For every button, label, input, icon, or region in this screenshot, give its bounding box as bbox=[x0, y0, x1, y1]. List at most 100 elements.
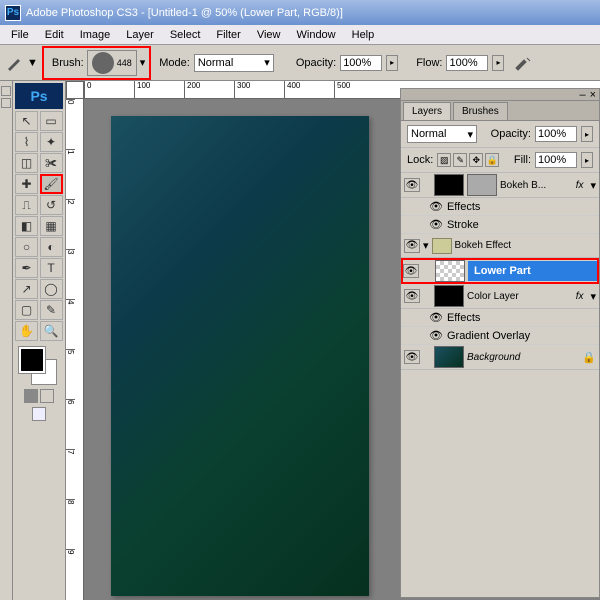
zoom-tool[interactable]: 🔍 bbox=[40, 321, 63, 341]
airbrush-icon[interactable] bbox=[514, 54, 534, 72]
visibility-toggle[interactable]: 👁 bbox=[404, 289, 420, 303]
eraser-tool[interactable]: ◧ bbox=[15, 216, 38, 236]
fill-slider-button[interactable]: ▸ bbox=[581, 152, 593, 168]
crop-tool[interactable]: ◫ bbox=[15, 153, 38, 173]
menu-help[interactable]: Help bbox=[344, 27, 383, 43]
lock-position-icon[interactable]: ✥ bbox=[469, 153, 483, 167]
blur-tool[interactable]: ○ bbox=[15, 237, 38, 257]
brush-preview[interactable]: 448 bbox=[87, 50, 137, 76]
blend-mode-select[interactable]: Normal ▾ bbox=[407, 125, 477, 143]
effect-row[interactable]: 👁Gradient Overlay bbox=[401, 327, 599, 345]
panel-controls: – × bbox=[401, 89, 599, 101]
tab-brushes[interactable]: Brushes bbox=[453, 102, 508, 120]
menu-view[interactable]: View bbox=[249, 27, 289, 43]
slice-tool[interactable]: ✀ bbox=[40, 153, 63, 173]
close-icon[interactable]: × bbox=[590, 89, 596, 101]
gradient-tool[interactable]: ▦ bbox=[40, 216, 63, 236]
menu-select[interactable]: Select bbox=[162, 27, 209, 43]
type-tool[interactable]: T bbox=[40, 258, 63, 278]
eye-icon[interactable]: 👁 bbox=[429, 329, 443, 342]
menu-layer[interactable]: Layer bbox=[118, 27, 162, 43]
shape-tool[interactable]: ◯ bbox=[40, 279, 63, 299]
pen-tool[interactable]: ✒ bbox=[15, 258, 38, 278]
ruler-tick: 400 bbox=[284, 81, 334, 98]
path-tool[interactable]: ↗ bbox=[15, 279, 38, 299]
layer-row-highlighted[interactable]: 👁 Lower Part bbox=[401, 258, 599, 284]
brush-tool[interactable]: 🖌 bbox=[40, 174, 63, 194]
opacity-slider-button[interactable]: ▸ bbox=[386, 55, 398, 71]
minimize-icon[interactable]: – bbox=[579, 89, 585, 101]
color-swatches bbox=[15, 345, 63, 387]
flow-slider-button[interactable]: ▸ bbox=[492, 55, 504, 71]
screen-mode-button[interactable] bbox=[32, 407, 46, 421]
layer-group-row[interactable]: 👁 ▾ Bokeh Effect bbox=[401, 234, 599, 258]
menu-filter[interactable]: Filter bbox=[208, 27, 248, 43]
layer-thumbnail[interactable] bbox=[434, 174, 464, 196]
ruler-tick: 3 bbox=[66, 249, 75, 299]
quickmask-mode-button[interactable] bbox=[40, 389, 54, 403]
mask-thumbnail[interactable] bbox=[467, 174, 497, 196]
hand-tool[interactable]: ✋ bbox=[15, 321, 38, 341]
lasso-tool[interactable]: ⌇ bbox=[15, 132, 38, 152]
opacity-input[interactable]: 100% bbox=[340, 55, 382, 71]
fx-badge[interactable]: fx bbox=[576, 291, 584, 302]
effect-row[interactable]: 👁Effects bbox=[401, 198, 599, 216]
eye-icon[interactable]: 👁 bbox=[429, 200, 443, 213]
menu-image[interactable]: Image bbox=[72, 27, 119, 43]
disclosure-icon[interactable]: ▾ bbox=[423, 239, 429, 252]
layer-row[interactable]: 👁 Background 🔒 bbox=[401, 345, 599, 370]
heal-tool[interactable]: ✚ bbox=[15, 174, 38, 194]
lock-image-icon[interactable]: ✎ bbox=[453, 153, 467, 167]
ruler-tick: 7 bbox=[66, 449, 75, 499]
visibility-toggle[interactable]: 👁 bbox=[404, 178, 420, 192]
dodge-tool[interactable]: ◐ bbox=[40, 237, 63, 257]
fill-input[interactable]: 100% bbox=[535, 152, 577, 168]
lock-all-icon[interactable]: 🔒 bbox=[485, 153, 499, 167]
chevron-down-icon[interactable]: ▾ bbox=[140, 56, 146, 69]
layer-row[interactable]: 👁 Bokeh B... fx ▾ bbox=[401, 173, 599, 198]
layer-thumbnail[interactable] bbox=[434, 285, 464, 307]
document-canvas[interactable] bbox=[111, 116, 369, 596]
layer-opacity-input[interactable]: 100% bbox=[535, 126, 577, 142]
marquee-tool[interactable]: ▭ bbox=[40, 111, 63, 131]
ruler-tick: 9 bbox=[66, 549, 75, 599]
eye-icon[interactable]: 👁 bbox=[429, 311, 443, 324]
menu-window[interactable]: Window bbox=[289, 27, 344, 43]
tab-layers[interactable]: Layers bbox=[403, 102, 451, 120]
move-tool[interactable]: ↖ bbox=[15, 111, 38, 131]
layer-name: Bokeh B... bbox=[500, 180, 573, 191]
effect-row[interactable]: 👁Stroke bbox=[401, 216, 599, 234]
eye-icon[interactable]: 👁 bbox=[429, 218, 443, 231]
dock-button[interactable] bbox=[1, 86, 11, 96]
visibility-toggle[interactable]: 👁 bbox=[403, 264, 419, 278]
layers-panel: – × Layers Brushes Normal ▾ Opacity: 100… bbox=[400, 88, 600, 598]
effect-row[interactable]: 👁Effects bbox=[401, 309, 599, 327]
layer-row[interactable]: 👁 Color Layer fx▾ bbox=[401, 284, 599, 309]
mode-value: Normal bbox=[198, 57, 233, 69]
stamp-tool[interactable]: ⎍ bbox=[15, 195, 38, 215]
opacity-slider-button[interactable]: ▸ bbox=[581, 126, 593, 142]
history-brush-tool[interactable]: ↺ bbox=[40, 195, 63, 215]
dock-button[interactable] bbox=[1, 98, 11, 108]
visibility-toggle[interactable]: 👁 bbox=[404, 239, 420, 253]
expand-icon[interactable]: ▾ bbox=[590, 179, 596, 192]
layer-thumbnail[interactable] bbox=[435, 260, 465, 282]
lock-transparency-icon[interactable]: ▨ bbox=[437, 153, 451, 167]
flow-input[interactable]: 100% bbox=[446, 55, 488, 71]
eyedropper-tool[interactable]: ✎ bbox=[40, 300, 63, 320]
wand-tool[interactable]: ✦ bbox=[40, 132, 63, 152]
ruler-origin bbox=[66, 81, 84, 99]
ruler-tick: 500 bbox=[334, 81, 384, 98]
layer-thumbnail[interactable] bbox=[434, 346, 464, 368]
fx-badge[interactable]: fx bbox=[576, 180, 584, 191]
menu-file[interactable]: File bbox=[3, 27, 37, 43]
dropdown-icon[interactable]: ▼ bbox=[27, 57, 38, 69]
mode-select[interactable]: Normal ▾ bbox=[194, 54, 274, 72]
menu-edit[interactable]: Edit bbox=[37, 27, 72, 43]
notes-tool[interactable]: ▢ bbox=[15, 300, 38, 320]
brush-size-value: 448 bbox=[117, 58, 132, 68]
foreground-color-swatch[interactable] bbox=[19, 347, 45, 373]
expand-icon[interactable]: ▾ bbox=[590, 290, 596, 303]
visibility-toggle[interactable]: 👁 bbox=[404, 350, 420, 364]
standard-mode-button[interactable] bbox=[24, 389, 38, 403]
